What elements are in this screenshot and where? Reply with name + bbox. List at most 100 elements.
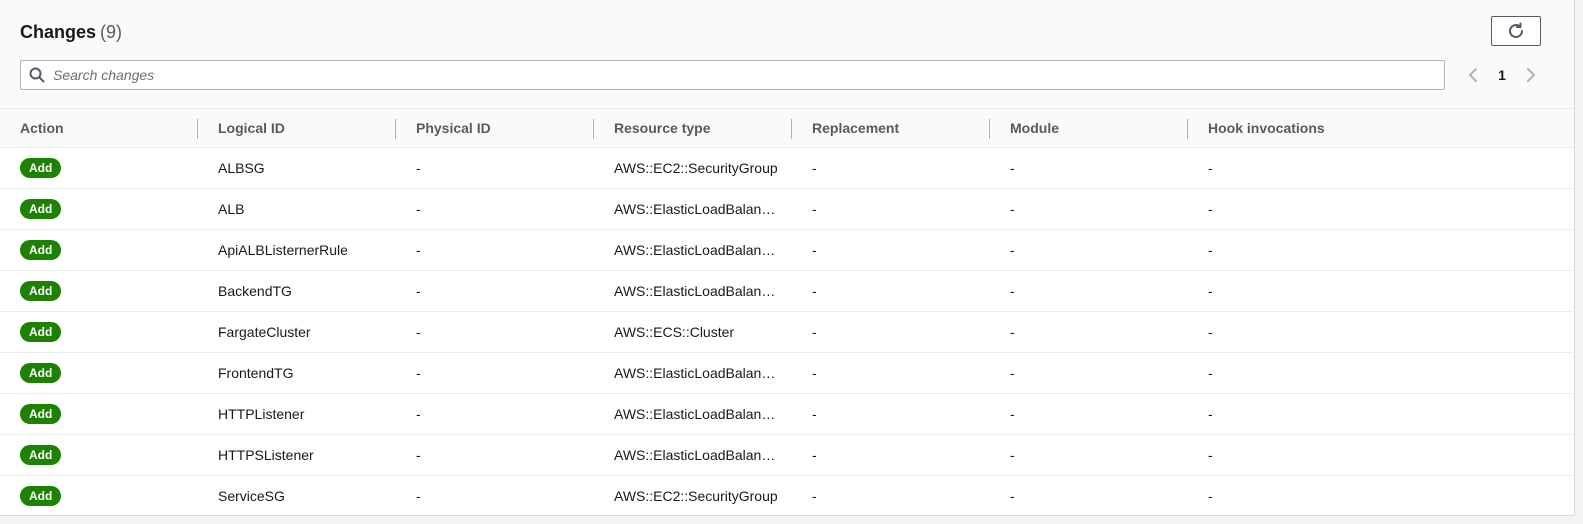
cell-replacement: -: [792, 434, 990, 476]
table-row: Add ServiceSG - AWS::EC2::SecurityGroup …: [0, 475, 1574, 515]
cell-action: Add: [0, 475, 198, 515]
search-input[interactable]: [53, 67, 1433, 83]
cell-action: Add: [0, 229, 198, 271]
cell-physical-id: -: [396, 270, 594, 312]
action-badge: Add: [20, 281, 62, 301]
table-row: Add BackendTG - AWS::ElasticLoadBalan… -…: [0, 270, 1574, 312]
cell-resource-type: AWS::ElasticLoadBalan…: [594, 270, 792, 312]
column-header-hook-invocations[interactable]: Hook invocations: [1188, 109, 1574, 148]
cell-resource-type: AWS::ECS::Cluster: [594, 311, 792, 353]
cell-replacement: -: [792, 270, 990, 312]
cell-hook-invocations: -: [1188, 188, 1574, 230]
table-row: Add FargateCluster - AWS::ECS::Cluster -…: [0, 311, 1574, 353]
cell-replacement: -: [792, 188, 990, 230]
column-header-action[interactable]: Action: [0, 109, 198, 148]
cell-logical-id: ApiALBListernerRule: [198, 229, 396, 271]
cell-hook-invocations: -: [1188, 270, 1574, 312]
cell-hook-invocations: -: [1188, 352, 1574, 394]
column-header-label: Action: [20, 120, 64, 136]
cell-replacement: -: [792, 475, 990, 515]
column-header-label: Logical ID: [218, 120, 285, 136]
cell-action: Add: [0, 270, 198, 312]
cell-physical-id: -: [396, 229, 594, 271]
cell-resource-type: AWS::ElasticLoadBalan…: [594, 188, 792, 230]
cell-hook-invocations: -: [1188, 147, 1574, 189]
cell-module: -: [990, 270, 1188, 312]
changes-table: Action Logical ID Physical ID Resource t…: [0, 109, 1574, 515]
column-header-replacement[interactable]: Replacement: [792, 109, 990, 148]
pagination: 1: [1466, 62, 1538, 88]
cell-replacement: -: [792, 311, 990, 353]
cell-physical-id: -: [396, 311, 594, 353]
cell-hook-invocations: -: [1188, 434, 1574, 476]
cell-module: -: [990, 311, 1188, 353]
column-header-label: Resource type: [614, 120, 711, 136]
cell-physical-id: -: [396, 393, 594, 435]
table-row: Add ALBSG - AWS::EC2::SecurityGroup - - …: [0, 147, 1574, 189]
cell-action: Add: [0, 311, 198, 353]
action-badge: Add: [20, 486, 62, 506]
cell-action: Add: [0, 188, 198, 230]
cell-logical-id: FrontendTG: [198, 352, 396, 394]
page-number-button[interactable]: 1: [1482, 67, 1522, 83]
column-header-module[interactable]: Module: [990, 109, 1188, 148]
table-header-row: Action Logical ID Physical ID Resource t…: [0, 109, 1574, 148]
cell-replacement: -: [792, 147, 990, 189]
panel-header: Changes (9) Search changes 1: [0, 0, 1574, 109]
column-header-resource-type[interactable]: Resource type: [594, 109, 792, 148]
refresh-button[interactable]: [1491, 16, 1541, 46]
action-badge: Add: [20, 404, 62, 424]
cell-physical-id: -: [396, 188, 594, 230]
cell-hook-invocations: -: [1188, 229, 1574, 271]
title-text: Changes: [20, 22, 97, 42]
refresh-icon: [1507, 22, 1525, 40]
cell-replacement: -: [792, 229, 990, 271]
column-header-physical-id[interactable]: Physical ID: [396, 109, 594, 148]
cell-action: Add: [0, 352, 198, 394]
chevron-right-icon[interactable]: [1522, 67, 1538, 83]
cell-resource-type: AWS::ElasticLoadBalan…: [594, 352, 792, 394]
cell-module: -: [990, 475, 1188, 515]
cell-resource-type: AWS::ElasticLoadBalan…: [594, 229, 792, 271]
table-row: Add FrontendTG - AWS::ElasticLoadBalan… …: [0, 352, 1574, 394]
cell-logical-id: ALB: [198, 188, 396, 230]
title-count: (9): [100, 22, 123, 42]
column-header-logical-id[interactable]: Logical ID: [198, 109, 396, 148]
cell-module: -: [990, 188, 1188, 230]
cell-logical-id: HTTPSListener: [198, 434, 396, 476]
cell-resource-type: AWS::ElasticLoadBalan…: [594, 434, 792, 476]
action-badge: Add: [20, 445, 62, 465]
table-row: Add HTTPSListener - AWS::ElasticLoadBala…: [0, 434, 1574, 476]
action-badge: Add: [20, 158, 62, 178]
table-row: Add ALB - AWS::ElasticLoadBalan… - - -: [0, 188, 1574, 230]
action-badge: Add: [20, 240, 62, 260]
cell-action: Add: [0, 393, 198, 435]
cell-replacement: -: [792, 352, 990, 394]
cell-physical-id: -: [396, 352, 594, 394]
table-row: Add ApiALBListernerRule - AWS::ElasticLo…: [0, 229, 1574, 271]
search-field[interactable]: [20, 60, 1445, 90]
cell-physical-id: -: [396, 147, 594, 189]
cell-module: -: [990, 434, 1188, 476]
column-header-label: Hook invocations: [1208, 120, 1325, 136]
cell-action: Add: [0, 147, 198, 189]
action-badge: Add: [20, 322, 62, 342]
cell-physical-id: -: [396, 475, 594, 515]
cell-hook-invocations: -: [1188, 393, 1574, 435]
action-badge: Add: [20, 199, 62, 219]
chevron-left-icon[interactable]: [1466, 67, 1482, 83]
column-header-label: Module: [1010, 120, 1059, 136]
cell-replacement: -: [792, 393, 990, 435]
cell-logical-id: ALBSG: [198, 147, 396, 189]
cell-module: -: [990, 352, 1188, 394]
cell-physical-id: -: [396, 434, 594, 476]
cell-module: -: [990, 393, 1188, 435]
changes-panel: Changes (9) Search changes 1 Action Logi…: [0, 0, 1575, 516]
cell-hook-invocations: -: [1188, 311, 1574, 353]
cell-action: Add: [0, 434, 198, 476]
cell-module: -: [990, 147, 1188, 189]
column-header-label: Replacement: [812, 120, 900, 136]
cell-resource-type: AWS::ElasticLoadBalan…: [594, 393, 792, 435]
cell-module: -: [990, 229, 1188, 271]
cell-logical-id: HTTPListener: [198, 393, 396, 435]
